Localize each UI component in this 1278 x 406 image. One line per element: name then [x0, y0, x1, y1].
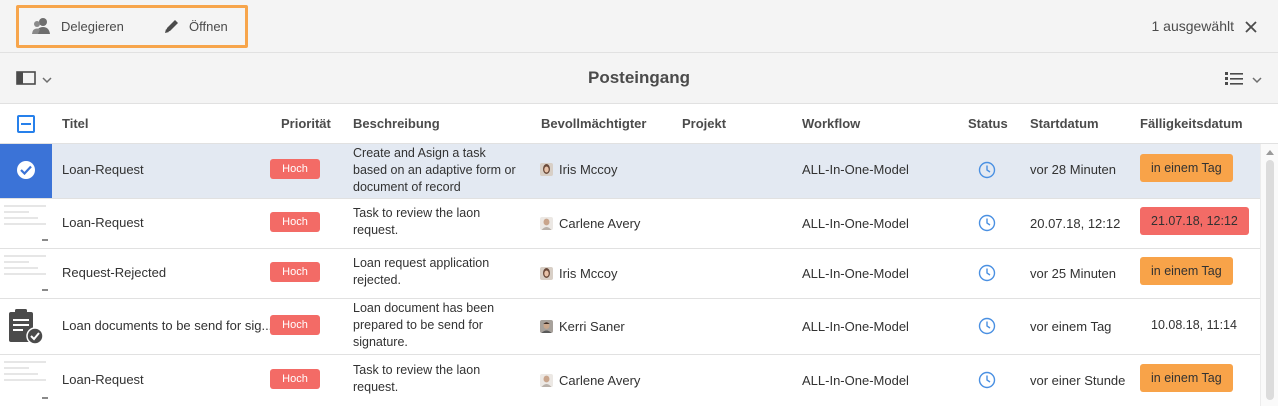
table-row[interactable]: Loan-Request Hoch Task to review the lao…: [0, 199, 1260, 249]
open-label: Öffnen: [189, 18, 228, 34]
avatar: [540, 163, 553, 176]
users-icon: [31, 17, 53, 35]
scrollbar-thumb[interactable]: [1266, 160, 1274, 400]
workflow-name: ALL-In-One-Model: [802, 373, 909, 388]
table-row[interactable]: Loan documents to be send for sig... Hoc…: [0, 299, 1260, 355]
clipboard-check-icon: [6, 308, 46, 349]
page-title: Posteingang: [587, 68, 690, 87]
clock-icon: [978, 161, 996, 179]
workflow-name: ALL-In-One-Model: [802, 162, 909, 177]
assignee-name: Iris Mccoy: [559, 266, 618, 281]
start-date: vor 28 Minuten: [1030, 162, 1116, 177]
due-date-badge: in einem Tag: [1140, 154, 1233, 182]
due-date-badge: in einem Tag: [1140, 364, 1233, 392]
task-title[interactable]: Loan-Request: [62, 162, 144, 177]
task-thumbnail[interactable]: [0, 299, 52, 354]
selection-count: 1 ausgewählt: [1151, 18, 1234, 34]
start-date: 20.07.18, 12:12: [1030, 216, 1121, 231]
column-header-due-date[interactable]: Fälligkeitsdatum: [1140, 116, 1243, 131]
table-header: Titel Priorität Beschreibung Bevollmächt…: [0, 104, 1278, 144]
header-bar: Posteingang: [0, 53, 1278, 104]
due-date-badge: 21.07.18, 12:12: [1140, 207, 1249, 235]
priority-badge: Hoch: [270, 315, 320, 335]
close-icon[interactable]: [1243, 19, 1259, 35]
assignee: Carlene Avery: [540, 216, 640, 231]
row-select-checkbox[interactable]: [0, 144, 52, 198]
action-bar: Delegieren Öffnen 1 ausgewählt: [0, 0, 1278, 53]
column-header-project[interactable]: Projekt: [682, 116, 726, 131]
workflow-name: ALL-In-One-Model: [802, 319, 909, 334]
task-thumbnail[interactable]: [0, 249, 52, 298]
open-button[interactable]: Öffnen: [163, 15, 228, 37]
task-title[interactable]: Loan-Request: [62, 372, 144, 387]
avatar: [540, 217, 553, 230]
column-header-priority[interactable]: Priorität: [281, 116, 331, 131]
task-description: Create and Asign a task based on an adap…: [353, 146, 516, 194]
delegate-button[interactable]: Delegieren: [31, 15, 124, 37]
task-thumbnail[interactable]: [0, 355, 52, 406]
task-title[interactable]: Request-Rejected: [62, 265, 166, 280]
priority-badge: Hoch: [270, 159, 320, 179]
pencil-icon: [163, 17, 181, 35]
avatar: [540, 374, 553, 387]
task-description: Loan document has been prepared to be se…: [353, 301, 495, 349]
column-header-status[interactable]: Status: [968, 116, 1008, 131]
clock-icon: [978, 214, 996, 232]
due-date: 10.08.18, 11:14: [1151, 318, 1237, 332]
delegate-label: Delegieren: [61, 18, 124, 34]
task-title[interactable]: Loan-Request: [62, 215, 144, 230]
assignee: Iris Mccoy: [540, 266, 618, 281]
avatar: [540, 320, 553, 333]
clock-icon: [978, 264, 996, 282]
clock-icon: [978, 371, 996, 389]
task-thumbnail[interactable]: [0, 199, 52, 248]
assignee: Carlene Avery: [540, 373, 640, 388]
table-row[interactable]: Loan-Request Hoch Create and Asign a tas…: [0, 144, 1260, 199]
table-row[interactable]: Loan-Request Hoch Task to review the lao…: [0, 355, 1260, 406]
view-switcher-button[interactable]: [1224, 70, 1262, 89]
assignee-name: Iris Mccoy: [559, 162, 618, 177]
list-view-icon: [1224, 70, 1244, 89]
task-description: Task to review the laon request.: [353, 206, 481, 237]
column-header-start-date[interactable]: Startdatum: [1030, 116, 1099, 131]
column-header-assignee[interactable]: Bevollmächtigter: [541, 116, 646, 131]
assignee-name: Carlene Avery: [559, 216, 641, 231]
clock-icon: [978, 317, 996, 335]
workflow-name: ALL-In-One-Model: [802, 216, 909, 231]
avatar: [540, 267, 553, 280]
checkmark-icon: [17, 161, 35, 179]
due-date-badge: in einem Tag: [1140, 257, 1233, 285]
select-all-checkbox[interactable]: [17, 115, 35, 133]
column-header-description[interactable]: Beschreibung: [353, 116, 440, 131]
vertical-scrollbar[interactable]: [1260, 144, 1278, 406]
assignee: Iris Mccoy: [540, 162, 618, 177]
table-row[interactable]: Request-Rejected Hoch Loan request appli…: [0, 249, 1260, 299]
priority-badge: Hoch: [270, 262, 320, 282]
start-date: vor 25 Minuten: [1030, 266, 1116, 281]
task-description: Task to review the laon request.: [353, 363, 481, 394]
column-header-workflow[interactable]: Workflow: [802, 116, 860, 131]
chevron-down-icon: [1252, 72, 1262, 87]
priority-badge: Hoch: [270, 369, 320, 389]
scroll-up-arrow-icon[interactable]: [1266, 150, 1274, 155]
priority-badge: Hoch: [270, 212, 320, 232]
assignee: Kerri Saner: [540, 319, 625, 334]
task-description: Loan request application rejected.: [353, 256, 490, 287]
task-title[interactable]: Loan documents to be send for sig...: [62, 318, 272, 333]
assignee-name: Kerri Saner: [559, 319, 625, 334]
column-header-title[interactable]: Titel: [62, 116, 89, 131]
assignee-name: Carlene Avery: [559, 373, 641, 388]
start-date: vor einer Stunde: [1030, 373, 1126, 388]
start-date: vor einem Tag: [1030, 319, 1112, 334]
workflow-name: ALL-In-One-Model: [802, 266, 909, 281]
